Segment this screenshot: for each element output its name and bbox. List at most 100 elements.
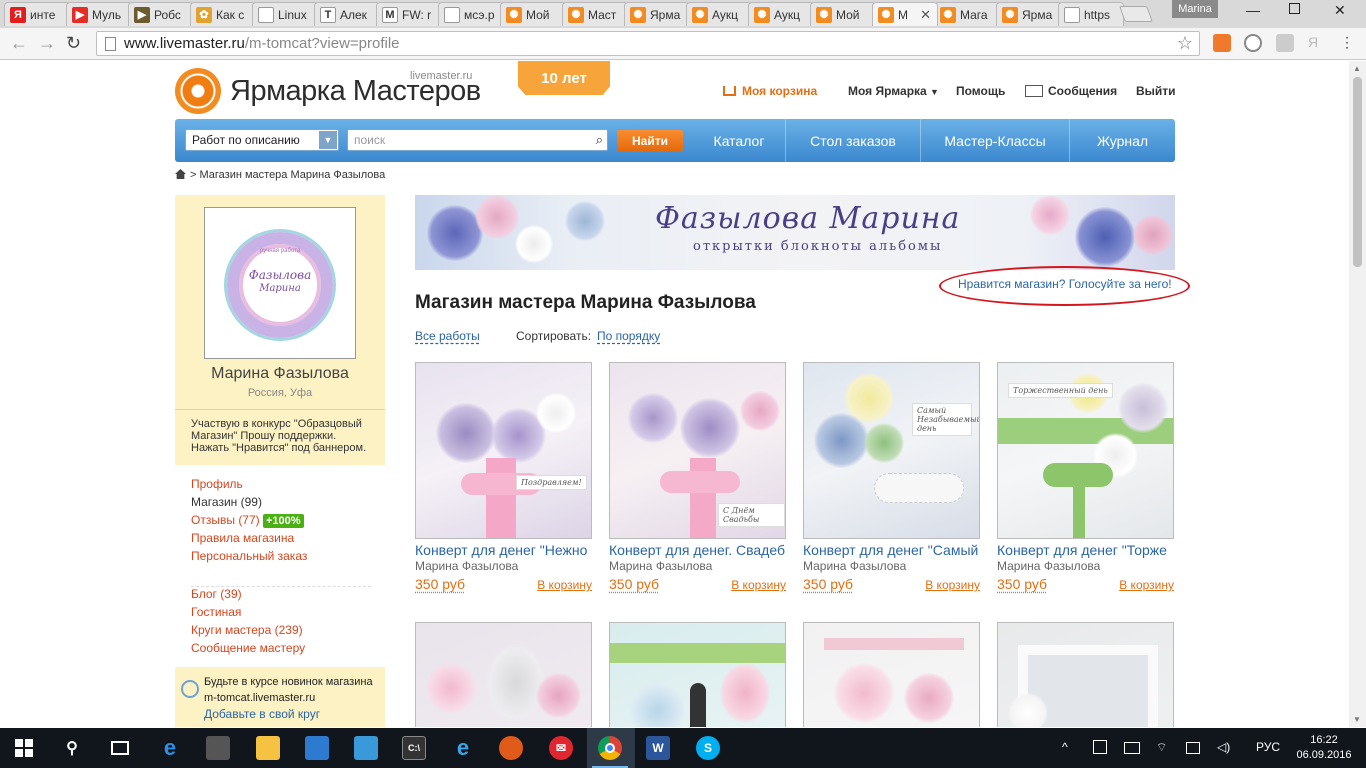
task-view-icon[interactable]: [108, 736, 132, 760]
ie-icon[interactable]: e: [451, 735, 475, 760]
browser-tab[interactable]: ✺ Аукц: [686, 2, 752, 26]
add-to-circle-link[interactable]: Добавьте в свой круг: [204, 706, 385, 722]
browser-tab[interactable]: T Алек: [314, 2, 380, 26]
wifi-icon[interactable]: ⌔: [1156, 740, 1167, 755]
product-card[interactable]: С Днём Свадьбы Конверт для денег. Свадеб…: [609, 362, 786, 592]
circles-link[interactable]: Круги мастера (239): [191, 621, 305, 639]
product-author[interactable]: Марина Фазылова: [415, 559, 592, 573]
browser-tab[interactable]: ✺ Мага: [934, 2, 1000, 26]
product-author[interactable]: Марина Фазылова: [997, 559, 1174, 573]
master-avatar[interactable]: ручная работа Фазылова Марина: [204, 207, 356, 359]
windows-start-icon[interactable]: [12, 736, 36, 760]
page-info-icon[interactable]: [105, 36, 116, 51]
product-card[interactable]: [415, 622, 592, 727]
shop-link[interactable]: Магазин (99): [191, 493, 307, 511]
skype-icon[interactable]: S: [696, 736, 720, 760]
product-title[interactable]: Конверт для денег. Свадеб: [609, 542, 786, 558]
browser-tab[interactable]: ▶ Муль: [66, 2, 132, 26]
home-icon[interactable]: [175, 169, 186, 179]
find-button[interactable]: Найти: [617, 130, 683, 151]
scrollbar-thumb[interactable]: [1353, 77, 1362, 267]
search-type-select[interactable]: Работ по описанию ▼: [185, 129, 339, 151]
page-scrollbar[interactable]: ▲ ▼: [1349, 61, 1366, 727]
help-link[interactable]: Помощь: [956, 84, 1005, 98]
my-fair-menu[interactable]: Моя Ярмарка ▼: [848, 84, 939, 98]
product-card[interactable]: Самый Незабываемый день Конверт для дене…: [803, 362, 980, 592]
shop-rules-link[interactable]: Правила магазина: [191, 529, 307, 547]
product-image[interactable]: Самый Незабываемый день: [803, 362, 980, 539]
blog-link[interactable]: Блог (39): [191, 585, 305, 603]
product-title[interactable]: Конверт для денег "Самый: [803, 542, 980, 558]
word-icon[interactable]: W: [646, 736, 670, 760]
address-bar[interactable]: www.livemaster.ru/m-tomcat?view=profile …: [96, 31, 1200, 56]
extension-globe-icon[interactable]: [1244, 34, 1262, 52]
restore-icon[interactable]: [1289, 3, 1300, 14]
search-icon[interactable]: ⌕: [596, 132, 603, 148]
product-image[interactable]: С Днём Свадьбы: [609, 362, 786, 539]
file-explorer-icon[interactable]: [256, 736, 280, 760]
browser-tab[interactable]: M FW: r: [376, 2, 442, 26]
reload-icon[interactable]: ↻: [66, 33, 81, 54]
extension-dropbox-icon[interactable]: [1276, 34, 1294, 52]
browser-profile-button[interactable]: Marina: [1172, 0, 1218, 18]
app-contacts-icon[interactable]: [305, 736, 329, 760]
nav-journal[interactable]: Журнал: [1069, 119, 1175, 162]
browser-tab[interactable]: ✺ Аукц: [748, 2, 814, 26]
browser-tab[interactable]: ✺ М ✕: [872, 2, 938, 26]
sort-select[interactable]: По порядку: [597, 329, 660, 343]
product-card[interactable]: [803, 622, 980, 727]
browser-tab[interactable]: ✿ Как с: [190, 2, 256, 26]
notification-icon[interactable]: [1186, 742, 1200, 754]
guestroom-link[interactable]: Гостиная: [191, 603, 305, 621]
system-clock[interactable]: 16:22 06.09.2016: [1296, 733, 1352, 763]
product-card[interactable]: [609, 622, 786, 727]
anniversary-ribbon[interactable]: 10 лет: [518, 61, 610, 95]
search-input[interactable]: поиск ⌕: [347, 129, 608, 151]
extension-yandex-icon[interactable]: Я: [1308, 34, 1326, 52]
scroll-up-icon[interactable]: ▲: [1353, 64, 1361, 73]
profile-link[interactable]: Профиль: [191, 475, 307, 493]
extension-livemaster-icon[interactable]: [1213, 34, 1231, 52]
minimize-icon[interactable]: —: [1246, 2, 1260, 18]
logout-link[interactable]: Выйти: [1136, 84, 1176, 98]
cart-link[interactable]: Моя корзина: [723, 84, 817, 98]
volume-icon[interactable]: ◁): [1217, 740, 1230, 754]
browser-tab[interactable]: ✺ Мой: [500, 2, 566, 26]
browser-tab[interactable]: ▶ Робс: [128, 2, 194, 26]
browser-tab[interactable]: Linux: [252, 2, 318, 26]
product-image[interactable]: [997, 622, 1174, 727]
product-card[interactable]: [997, 622, 1174, 727]
nav-master-classes[interactable]: Мастер-Классы: [920, 119, 1069, 162]
browser-tab[interactable]: ✺ Ярма: [996, 2, 1062, 26]
cmd-icon[interactable]: C:\: [402, 736, 426, 760]
forward-icon[interactable]: →: [38, 33, 56, 54]
product-author[interactable]: Марина Фазылова: [803, 559, 980, 573]
bookmark-star-icon[interactable]: ☆: [1177, 33, 1193, 54]
browser-tab[interactable]: ✺ Мой: [810, 2, 876, 26]
language-indicator[interactable]: РУС: [1256, 740, 1280, 754]
all-works-link[interactable]: Все работы: [415, 329, 480, 343]
livemaster-logo-icon[interactable]: [175, 68, 221, 114]
app-eye-icon[interactable]: [499, 736, 523, 760]
custom-order-link[interactable]: Персональный заказ: [191, 547, 307, 565]
messages-link[interactable]: Сообщения: [1025, 84, 1117, 98]
product-image[interactable]: Торжественный день: [997, 362, 1174, 539]
edge-icon[interactable]: e: [158, 735, 182, 760]
new-tab-button[interactable]: [1119, 6, 1153, 22]
app-gimp-icon[interactable]: [206, 736, 230, 760]
show-hidden-icons[interactable]: ^: [1062, 740, 1068, 754]
vote-link[interactable]: Нравится магазин? Голосуйте за него!: [958, 277, 1172, 291]
mail-app-icon[interactable]: ✉: [549, 736, 573, 760]
search-icon[interactable]: ⚲: [60, 736, 84, 760]
reviews-link[interactable]: Отзывы (77) +100%: [191, 511, 307, 529]
dropbox-tray-icon[interactable]: [1093, 740, 1107, 754]
close-window-icon[interactable]: ✕: [1334, 2, 1346, 19]
chrome-icon[interactable]: [592, 736, 628, 768]
browser-tab[interactable]: ✺ Маст: [562, 2, 628, 26]
browser-tab[interactable]: ✺ Ярма: [624, 2, 690, 26]
add-to-cart-link[interactable]: В корзину: [925, 578, 980, 592]
add-to-cart-link[interactable]: В корзину: [1119, 578, 1174, 592]
product-image[interactable]: Поздравляем!: [415, 362, 592, 539]
close-tab-icon[interactable]: ✕: [920, 7, 931, 23]
nav-orders-table[interactable]: Стол заказов: [785, 119, 920, 162]
